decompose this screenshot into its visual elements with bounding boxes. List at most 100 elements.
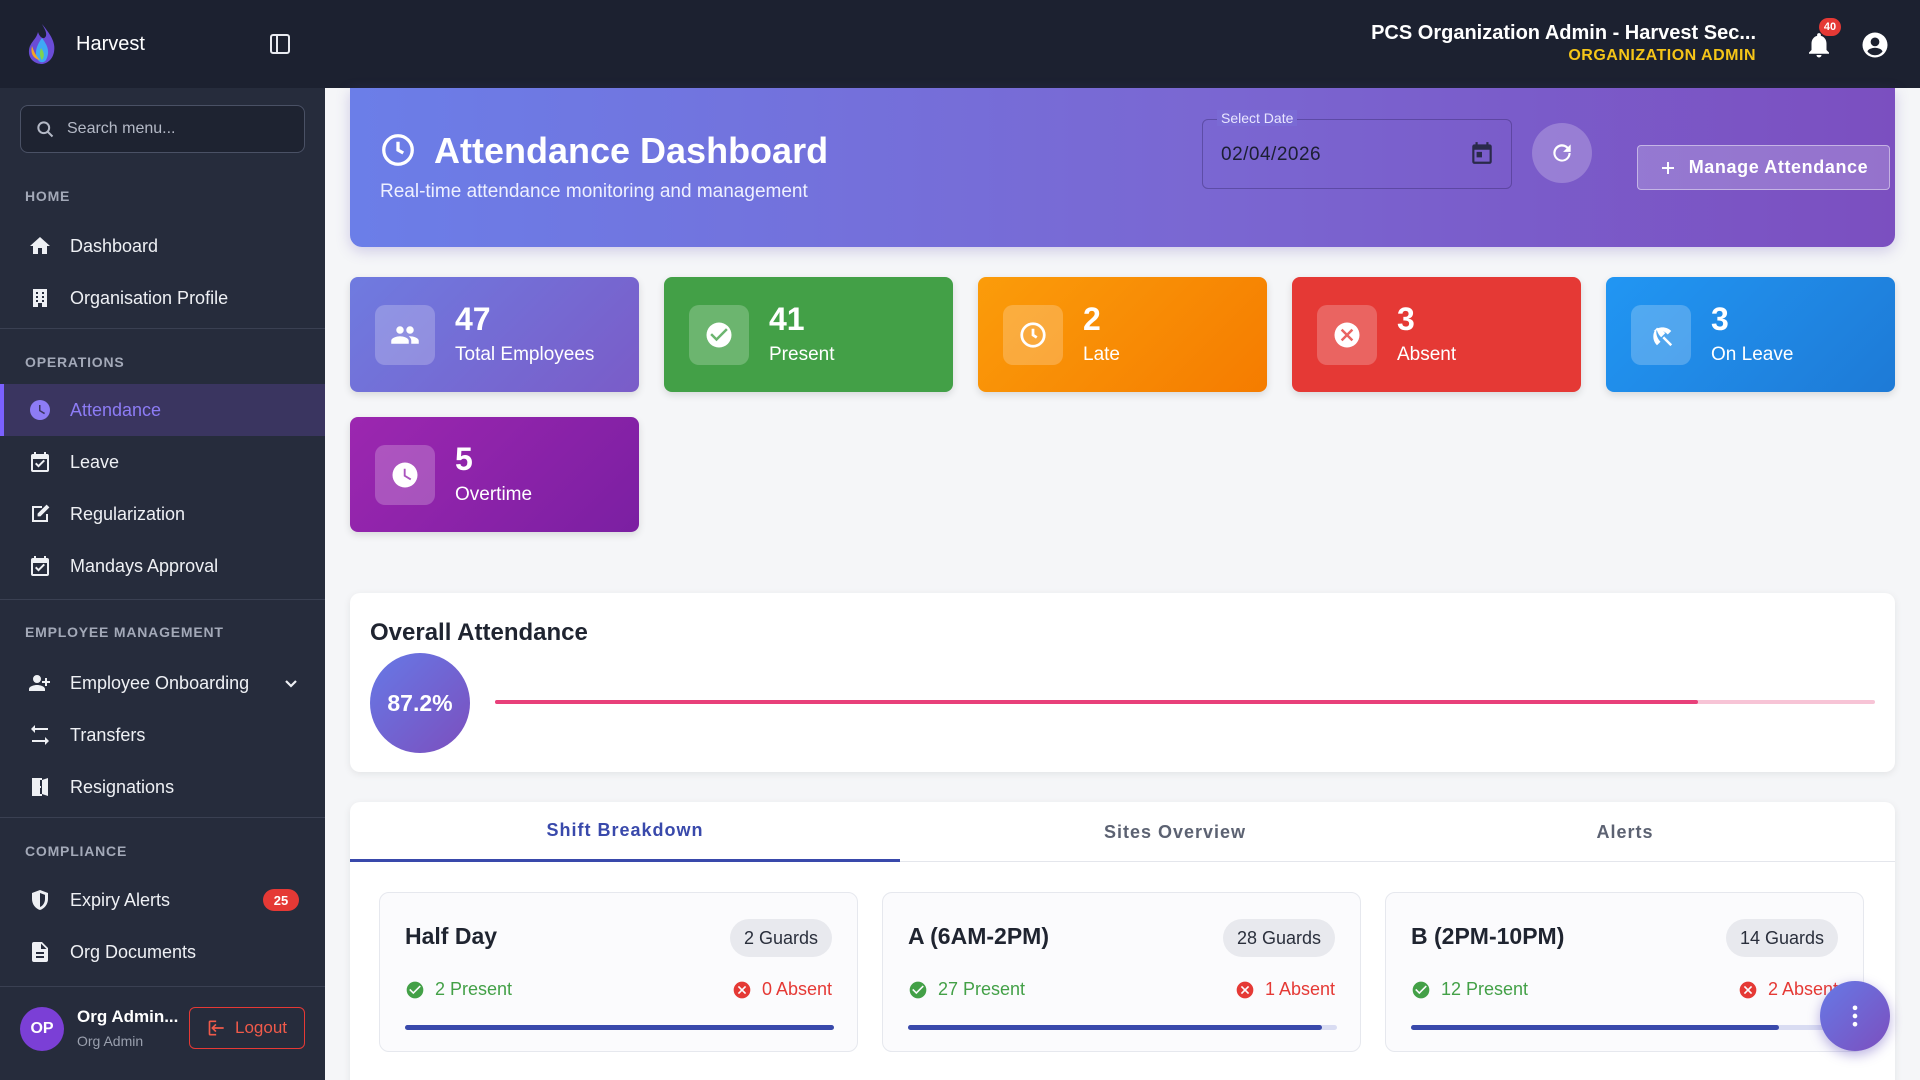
overall-attendance-percent: 87.2% xyxy=(370,653,470,753)
section-operations: OPERATIONS xyxy=(25,354,125,370)
sidebar-item-label: Attendance xyxy=(70,399,162,420)
org-name: PCS Organization Admin - Harvest Sec... xyxy=(1371,22,1756,44)
logout-button[interactable]: Logout xyxy=(189,1007,305,1049)
sidebar-item-organisation-profile[interactable]: Organisation Profile xyxy=(0,272,325,324)
tab-shift-breakdown[interactable]: Shift Breakdown xyxy=(350,802,900,862)
stat-card-late: 2 Late xyxy=(978,277,1267,392)
beach-umbrella-icon xyxy=(1653,327,1673,347)
divider xyxy=(0,817,325,818)
stat-icon-container xyxy=(689,305,749,365)
document-icon xyxy=(32,942,48,962)
brand[interactable]: Harvest xyxy=(22,22,145,66)
manage-attendance-button[interactable]: Manage Attendance xyxy=(1637,145,1890,190)
sidebar-toggle-icon[interactable] xyxy=(268,32,292,56)
sidebar-item-label: Resignations xyxy=(70,776,175,797)
page-subtitle: Real-time attendance monitoring and mana… xyxy=(380,181,808,202)
stat-icon-container xyxy=(1631,305,1691,365)
shift-guards-badge: 14 Guards xyxy=(1725,919,1838,957)
sidebar: Search menu... HOME Dashboard Organisati… xyxy=(0,88,325,1080)
brand-name: Harvest xyxy=(76,32,145,55)
sidebar-item-dashboard[interactable]: Dashboard xyxy=(0,220,325,272)
sidebar-item-resignations[interactable]: Resignations xyxy=(0,761,325,813)
sidebar-item-attendance[interactable]: Attendance xyxy=(0,384,325,436)
tab-alerts[interactable]: Alerts xyxy=(1400,802,1850,862)
user-role: Org Admin xyxy=(77,1033,144,1049)
user-footer: OP Org Admin... Org Admin Logout xyxy=(0,986,325,1080)
shield-icon xyxy=(32,890,48,910)
shift-name: B (2PM-10PM) xyxy=(1411,923,1565,949)
section-home: HOME xyxy=(25,188,71,204)
sidebar-item-employee-onboarding[interactable]: Employee Onboarding xyxy=(0,657,325,709)
clock-icon xyxy=(382,134,414,166)
clock-icon xyxy=(30,400,50,420)
sidebar-item-mandays-approval[interactable]: Mandays Approval xyxy=(0,540,325,592)
top-app-bar: Harvest PCS Organization Admin - Harvest… xyxy=(0,0,1920,88)
clock-icon xyxy=(392,462,418,488)
shift-present: 2 Present xyxy=(405,979,512,1000)
stat-card-total-employees: 47 Total Employees xyxy=(350,277,639,392)
check-circle-icon xyxy=(1412,981,1430,998)
sidebar-item-label: Org Documents xyxy=(70,941,197,962)
sidebar-item-label: Expiry Alerts xyxy=(70,889,171,910)
divider xyxy=(0,599,325,600)
stat-label: Overtime xyxy=(455,484,533,505)
door-exit-icon xyxy=(32,778,48,796)
stat-value: 3 xyxy=(1397,301,1415,337)
section-compliance: COMPLIANCE xyxy=(25,843,128,859)
date-picker[interactable]: Select Date 02/04/2026 xyxy=(1202,110,1512,189)
manage-attendance-label: Manage Attendance xyxy=(1688,157,1869,177)
cancel-icon xyxy=(1236,981,1254,998)
shift-present: 12 Present xyxy=(1411,979,1528,1000)
sidebar-item-label: Dashboard xyxy=(70,235,159,256)
shift-progress-track xyxy=(908,1025,1337,1030)
refresh-button[interactable] xyxy=(1532,123,1592,183)
sidebar-item-label: Leave xyxy=(70,451,120,472)
stat-value: 5 xyxy=(455,441,473,477)
tab-sites-overview[interactable]: Sites Overview xyxy=(900,802,1450,862)
org-role: ORGANIZATION ADMIN xyxy=(1568,47,1756,64)
date-picker-label: Select Date xyxy=(1217,110,1298,126)
shift-progress-track xyxy=(1411,1025,1840,1030)
section-employee-management: EMPLOYEE MANAGEMENT xyxy=(25,624,224,640)
search-menu-input[interactable]: Search menu... xyxy=(20,105,305,153)
account-circle-icon[interactable] xyxy=(1860,30,1890,60)
search-placeholder: Search menu... xyxy=(67,120,176,137)
search-icon xyxy=(37,121,54,138)
overall-attendance-progress-fill xyxy=(495,700,1699,704)
sidebar-item-label: Regularization xyxy=(70,503,186,524)
stat-icon-container xyxy=(375,445,435,505)
check-circle-icon xyxy=(706,322,732,348)
shift-guards-badge: 2 Guards xyxy=(729,919,832,957)
calendar-icon[interactable] xyxy=(1469,140,1495,166)
shift-name: A (6AM-2PM) xyxy=(908,923,1049,949)
stat-card-on-leave: 3 On Leave xyxy=(1606,277,1895,392)
shift-absent: 1 Absent xyxy=(1235,979,1335,1000)
stat-icon-container xyxy=(1003,305,1063,365)
overall-attendance-card: Overall Attendance 87.2% xyxy=(350,593,1895,772)
stat-card-overtime: 5 Overtime xyxy=(350,417,639,532)
stat-label: Absent xyxy=(1397,344,1457,365)
home-icon xyxy=(30,237,50,254)
sidebar-item-regularization[interactable]: Regularization xyxy=(0,488,325,540)
shift-present: 27 Present xyxy=(908,979,1025,1000)
stat-icon-container xyxy=(1317,305,1377,365)
calendar-check-icon xyxy=(31,452,49,472)
edit-note-icon xyxy=(32,504,50,522)
sidebar-item-org-documents[interactable]: Org Documents xyxy=(0,926,325,978)
shift-absent-label: 1 Absent xyxy=(1264,979,1335,999)
more-vertical-icon xyxy=(1852,1005,1858,1027)
stat-card-present: 41 Present xyxy=(664,277,953,392)
stat-label: Total Employees xyxy=(455,344,595,365)
sidebar-item-leave[interactable]: Leave xyxy=(0,436,325,488)
shift-card-b[interactable]: B (2PM-10PM) 14 Guards 12 Present 2 Abse… xyxy=(1385,892,1864,1052)
shift-card-half-day[interactable]: Half Day 2 Guards 2 Present 0 Absent xyxy=(379,892,858,1052)
building-icon xyxy=(33,289,47,307)
sidebar-item-transfers[interactable]: Transfers xyxy=(0,709,325,761)
date-picker-value[interactable]: 02/04/2026 xyxy=(1221,144,1321,166)
check-circle-icon xyxy=(909,981,927,998)
chevron-down-icon[interactable] xyxy=(279,671,303,695)
avatar[interactable]: OP xyxy=(20,1007,64,1051)
shift-card-a[interactable]: A (6AM-2PM) 28 Guards 27 Present 1 Absen… xyxy=(882,892,1361,1052)
more-actions-fab[interactable] xyxy=(1820,981,1890,1051)
sidebar-item-expiry-alerts[interactable]: Expiry Alerts 25 xyxy=(0,874,325,926)
